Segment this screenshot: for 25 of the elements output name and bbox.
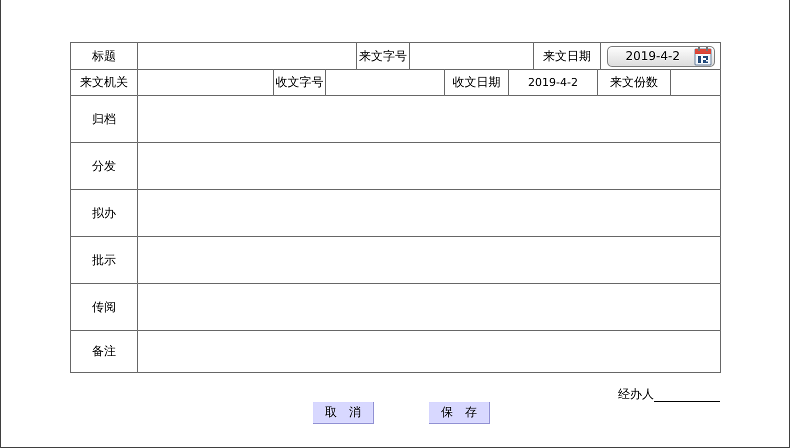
field-label: 收文字号 [274, 70, 326, 96]
section-label: 备注 [71, 331, 138, 373]
form-button[interactable]: 保 存 [429, 402, 490, 424]
section-label: 拟办 [71, 190, 138, 237]
field-label: 来文日期 [534, 43, 601, 70]
field-label: 收文日期 [445, 70, 509, 96]
date-picker[interactable]: 2019-4-2 [606, 46, 714, 66]
section-label: 批示 [71, 237, 138, 284]
form-button[interactable]: 取 消 [313, 402, 374, 424]
field-label: 来文份数 [598, 70, 671, 96]
handler-label: 经办人 [618, 386, 654, 402]
date-value: 2019-4-2 [509, 70, 598, 96]
text-area[interactable] [138, 237, 721, 284]
text-area[interactable] [138, 284, 721, 331]
field-label: 标题 [71, 43, 138, 70]
calendar-icon[interactable] [694, 46, 712, 66]
section-label: 分发 [71, 143, 138, 190]
text-area[interactable] [138, 96, 721, 143]
section-label: 传阅 [71, 284, 138, 331]
text-area[interactable] [138, 143, 721, 190]
field-label: 来文字号 [357, 43, 410, 70]
text-area[interactable] [138, 331, 721, 373]
text-area[interactable] [138, 190, 721, 237]
section-label: 归档 [71, 96, 138, 143]
field-label: 来文机关 [71, 70, 138, 96]
